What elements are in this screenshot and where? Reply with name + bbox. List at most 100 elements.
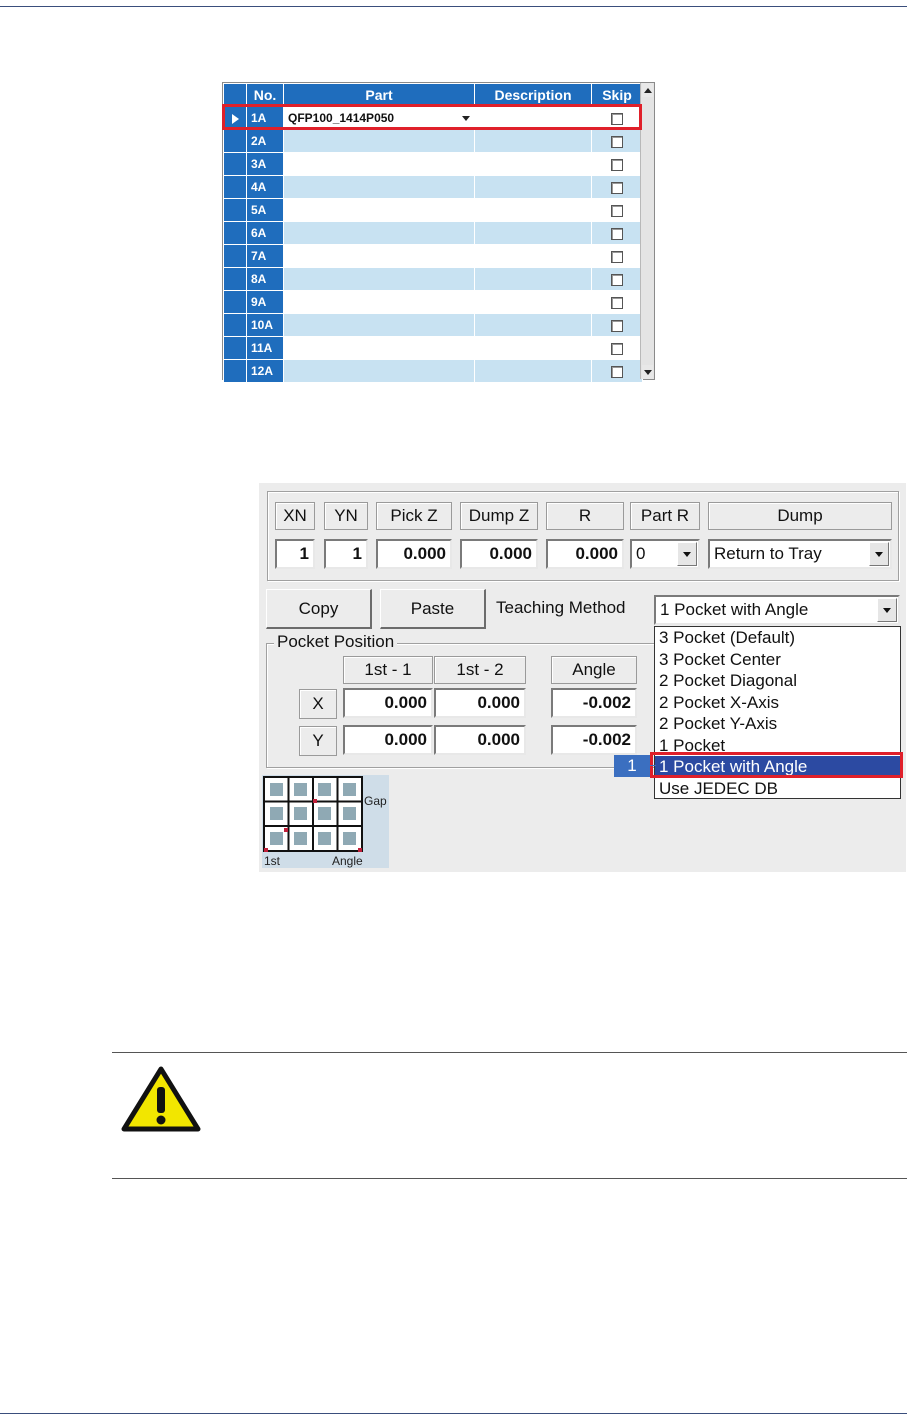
skip-checkbox[interactable] bbox=[611, 158, 623, 171]
teaching-method-select[interactable]: 1 Pocket with Angle bbox=[654, 595, 900, 625]
row-selector[interactable] bbox=[223, 175, 247, 199]
row-selector[interactable] bbox=[223, 152, 247, 176]
row-selector[interactable] bbox=[223, 336, 247, 360]
part-cell[interactable] bbox=[283, 244, 475, 268]
first-label: 1st bbox=[264, 854, 281, 868]
callout-badge: 1 bbox=[614, 755, 650, 777]
row-number: 5A bbox=[246, 198, 284, 222]
first-1-header: 1st - 1 bbox=[343, 656, 433, 684]
y-angle-input[interactable]: -0.002 bbox=[551, 725, 637, 755]
pick-z-header: Pick Z bbox=[376, 502, 452, 530]
option-2-pocket-x-axis[interactable]: 2 Pocket X-Axis bbox=[655, 692, 900, 714]
chevron-down-icon[interactable] bbox=[877, 598, 897, 622]
table-row[interactable]: 11A bbox=[223, 336, 643, 360]
dump-select[interactable]: Return to Tray bbox=[708, 539, 892, 569]
y-first-1-input[interactable]: 0.000 bbox=[343, 725, 433, 755]
skip-checkbox[interactable] bbox=[611, 181, 623, 194]
table-row[interactable]: 3A bbox=[223, 152, 643, 176]
part-r-select[interactable]: 0 bbox=[630, 539, 700, 569]
skip-checkbox[interactable] bbox=[611, 296, 623, 309]
description-cell[interactable] bbox=[474, 267, 592, 291]
chevron-down-icon[interactable] bbox=[869, 542, 889, 566]
dump-header: Dump bbox=[708, 502, 892, 530]
description-cell[interactable] bbox=[474, 175, 592, 199]
description-cell[interactable] bbox=[474, 359, 592, 383]
gap-label: Gap bbox=[364, 794, 387, 808]
option-3-pocket-center[interactable]: 3 Pocket Center bbox=[655, 649, 900, 671]
description-cell[interactable] bbox=[474, 290, 592, 314]
row-selector[interactable] bbox=[223, 221, 247, 245]
part-cell[interactable] bbox=[283, 198, 475, 222]
row-selector[interactable] bbox=[223, 313, 247, 337]
part-cell[interactable] bbox=[283, 313, 475, 337]
row-number: 2A bbox=[246, 129, 284, 153]
skip-cell bbox=[591, 336, 643, 360]
part-cell[interactable] bbox=[283, 336, 475, 360]
chevron-down-icon[interactable] bbox=[677, 542, 697, 566]
x-first-2-input[interactable]: 0.000 bbox=[434, 688, 526, 718]
option-2-pocket-y-axis[interactable]: 2 Pocket Y-Axis bbox=[655, 713, 900, 735]
option-3-pocket-default[interactable]: 3 Pocket (Default) bbox=[655, 627, 900, 649]
table-row[interactable]: 12A bbox=[223, 359, 643, 383]
yn-header: YN bbox=[324, 502, 368, 530]
y-row-label: Y bbox=[299, 726, 337, 756]
description-cell[interactable] bbox=[474, 221, 592, 245]
part-cell[interactable] bbox=[283, 267, 475, 291]
table-row[interactable]: 7A bbox=[223, 244, 643, 268]
part-cell[interactable] bbox=[283, 175, 475, 199]
description-cell[interactable] bbox=[474, 152, 592, 176]
r-input[interactable]: 0.000 bbox=[546, 539, 624, 569]
skip-checkbox[interactable] bbox=[611, 319, 623, 332]
part-cell[interactable] bbox=[283, 152, 475, 176]
y-first-2-input[interactable]: 0.000 bbox=[434, 725, 526, 755]
part-cell[interactable] bbox=[283, 290, 475, 314]
table-row[interactable]: 6A bbox=[223, 221, 643, 245]
angle-header: Angle bbox=[551, 656, 637, 684]
table-row[interactable]: 4A bbox=[223, 175, 643, 199]
grid-scrollbar[interactable] bbox=[640, 83, 654, 379]
row-selector[interactable] bbox=[223, 290, 247, 314]
option-use-jedec-db[interactable]: Use JEDEC DB bbox=[655, 778, 900, 800]
part-cell[interactable] bbox=[283, 129, 475, 153]
row-selector[interactable] bbox=[223, 359, 247, 383]
table-row[interactable]: 9A bbox=[223, 290, 643, 314]
scroll-down-icon[interactable] bbox=[642, 365, 653, 379]
skip-checkbox[interactable] bbox=[611, 227, 623, 240]
pick-z-input[interactable]: 0.000 bbox=[376, 539, 452, 569]
yn-input[interactable]: 1 bbox=[324, 539, 368, 569]
dump-z-input[interactable]: 0.000 bbox=[460, 539, 538, 569]
skip-checkbox[interactable] bbox=[611, 204, 623, 217]
table-row[interactable]: 5A bbox=[223, 198, 643, 222]
part-cell[interactable] bbox=[283, 359, 475, 383]
skip-checkbox[interactable] bbox=[611, 250, 623, 263]
row-number: 12A bbox=[246, 359, 284, 383]
description-cell[interactable] bbox=[474, 336, 592, 360]
table-row[interactable]: 10A bbox=[223, 313, 643, 337]
dump-z-header: Dump Z bbox=[460, 502, 538, 530]
scroll-up-icon[interactable] bbox=[642, 83, 653, 97]
table-row[interactable]: 2A bbox=[223, 129, 643, 153]
skip-checkbox[interactable] bbox=[611, 135, 623, 148]
skip-cell bbox=[591, 290, 643, 314]
paste-button[interactable]: Paste bbox=[380, 589, 486, 629]
xn-input[interactable]: 1 bbox=[275, 539, 315, 569]
copy-button[interactable]: Copy bbox=[266, 589, 372, 629]
x-row-label: X bbox=[299, 689, 337, 719]
row-selector[interactable] bbox=[223, 244, 247, 268]
table-row[interactable]: 8A bbox=[223, 267, 643, 291]
description-cell[interactable] bbox=[474, 313, 592, 337]
part-cell[interactable] bbox=[283, 221, 475, 245]
skip-checkbox[interactable] bbox=[611, 342, 623, 355]
skip-checkbox[interactable] bbox=[611, 273, 623, 286]
row-selector[interactable] bbox=[223, 129, 247, 153]
x-first-1-input[interactable]: 0.000 bbox=[343, 688, 433, 718]
description-cell[interactable] bbox=[474, 244, 592, 268]
row-selector[interactable] bbox=[223, 198, 247, 222]
option-2-pocket-diagonal[interactable]: 2 Pocket Diagonal bbox=[655, 670, 900, 692]
skip-checkbox[interactable] bbox=[611, 365, 623, 378]
description-cell[interactable] bbox=[474, 198, 592, 222]
description-cell[interactable] bbox=[474, 129, 592, 153]
row-number: 10A bbox=[246, 313, 284, 337]
x-angle-input[interactable]: -0.002 bbox=[551, 688, 637, 718]
row-selector[interactable] bbox=[223, 267, 247, 291]
